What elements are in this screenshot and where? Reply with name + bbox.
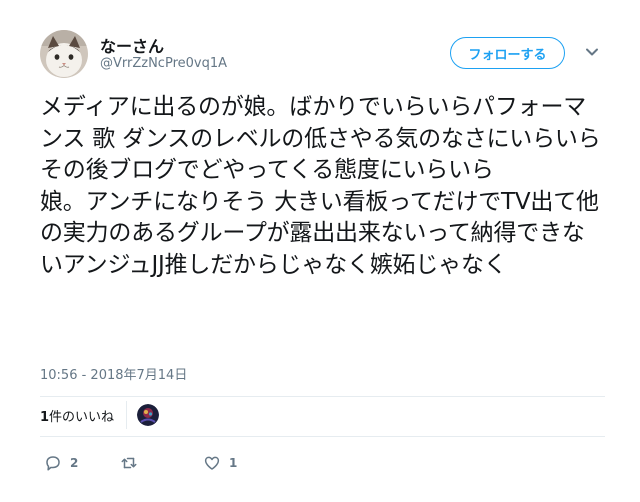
likes-label: 件のいいね xyxy=(49,409,115,425)
like-count: 1 xyxy=(229,456,238,470)
reply-icon xyxy=(46,456,60,471)
liker-avatar-icon xyxy=(137,404,160,426)
tweet-text: メディアに出るのが娘。ばかりでいらいらパフォーマンス 歌 ダンスのレベルの低さや… xyxy=(40,94,601,278)
liker-avatar[interactable] xyxy=(137,404,160,426)
reply-count: 2 xyxy=(70,456,79,470)
likes-summary[interactable]: 1件のいいね xyxy=(40,406,114,425)
likes-count: 1 xyxy=(40,409,50,425)
display-name[interactable]: なーさん xyxy=(100,33,164,57)
cat-avatar-icon xyxy=(40,30,88,78)
user-avatar[interactable] xyxy=(40,30,88,78)
tweet-card: なーさん @VrrZzNcPre0vq1A フォローする メディアに出るのが娘。… xyxy=(0,0,640,502)
chevron-down-icon[interactable] xyxy=(584,44,600,60)
likes-row: 1件のいいね xyxy=(40,398,160,432)
reply-action[interactable]: 2 xyxy=(44,452,78,474)
likes-separator xyxy=(126,401,128,429)
divider xyxy=(40,396,605,397)
divider xyxy=(40,436,605,437)
follow-button[interactable]: フォローする xyxy=(450,37,565,69)
retweet-action[interactable] xyxy=(120,452,146,474)
like-action[interactable]: 1 xyxy=(203,452,237,474)
user-handle[interactable]: @VrrZzNcPre0vq1A xyxy=(100,56,227,71)
retweet-icon xyxy=(121,457,137,469)
tweet-timestamp[interactable]: 10:56 - 2018年7月14日 xyxy=(40,364,187,383)
heart-icon xyxy=(204,456,220,470)
